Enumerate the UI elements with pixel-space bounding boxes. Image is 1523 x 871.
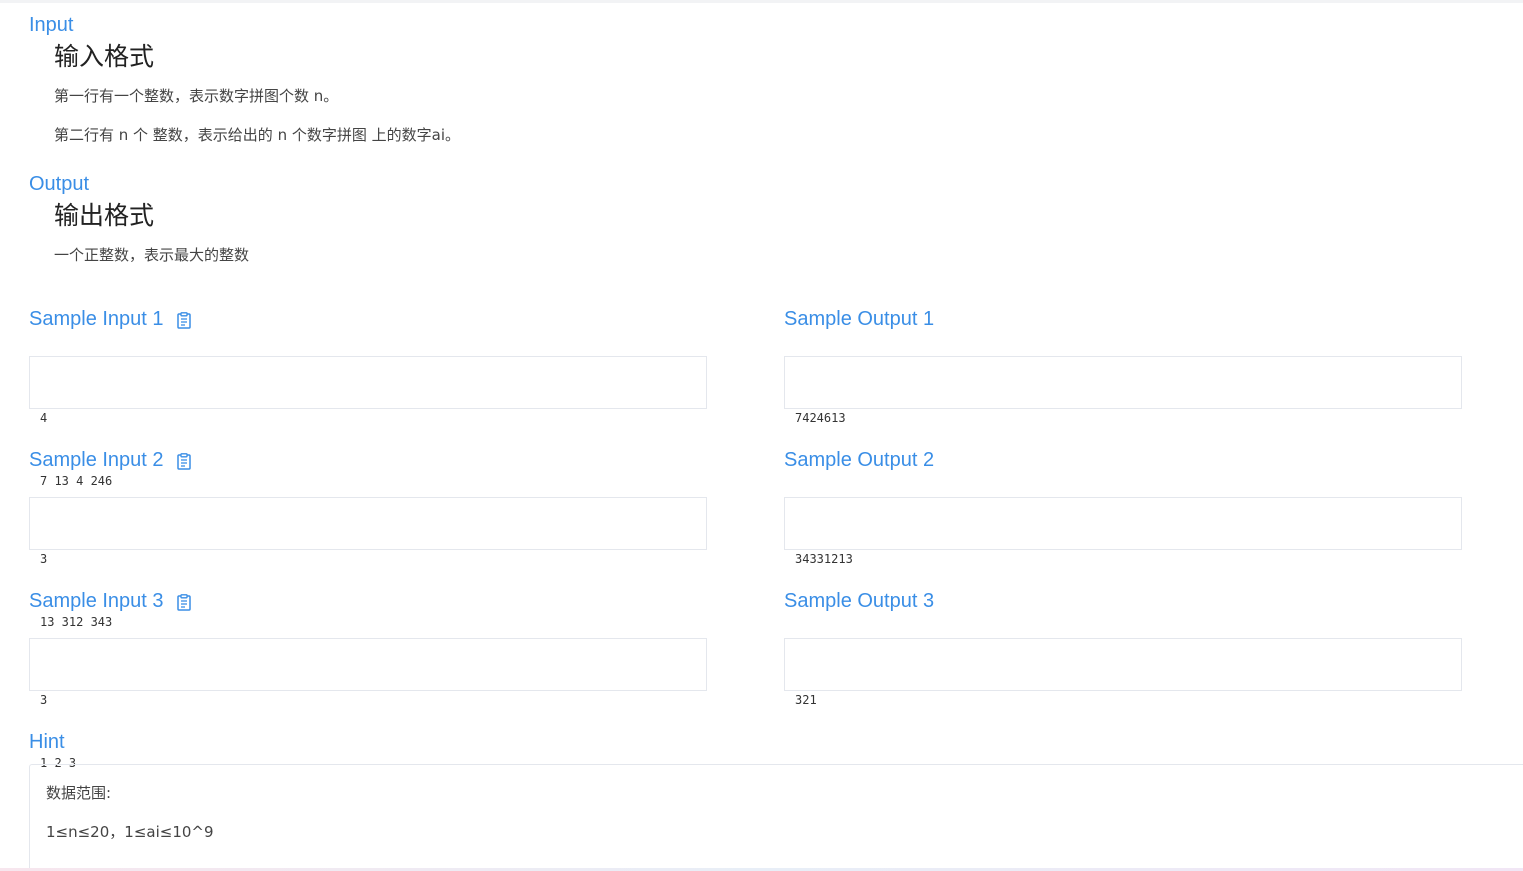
output-section-title: Output [29,173,90,195]
hint-line-2: 1≤n≤20，1≤ai≤10^9 [46,823,214,841]
problem-page: Input 输入格式 第一行有一个整数，表示数字拼图个数 n。 第二行有 n 个… [0,0,1523,871]
clipboard-icon[interactable] [176,593,191,611]
sample-output-1-line-1: 7424613 [795,411,846,425]
sample-input-3-line-1: 3 [40,693,48,707]
sample-output-2-box[interactable]: 34331213 [784,497,1462,566]
sample-input-3-label: Sample Input 3 [29,590,164,612]
sample-input-1-box[interactable]: 4 7 13 4 246 [29,356,707,488]
hint-box: 数据范围: 1≤n≤20，1≤ai≤10^9 [29,764,1523,871]
sample-output-3-box[interactable]: 321 [784,638,1462,707]
sample-input-2-line-1: 3 [40,552,48,566]
sample-input-1-line-1: 4 [40,411,48,425]
sample-output-1-box[interactable]: 7424613 [784,356,1462,425]
sample-input-3-box[interactable]: 3 1 2 3 [29,638,707,770]
sample-input-1-title: Sample Input 1 [29,307,191,331]
sample-output-1-title: Sample Output 1 [784,308,935,330]
input-line-2: 第二行有 n 个 整数，表示给出的 n 个数字拼图 上的数字ai。 [54,126,460,144]
hint-section-title: Hint [29,731,65,753]
sample-input-1-line-2: 7 13 4 246 [40,474,113,488]
input-line-1: 第一行有一个整数，表示数字拼图个数 n。 [54,87,339,105]
sample-input-2-box[interactable]: 3 13 312 343 [29,497,707,629]
sample-input-3-title: Sample Input 3 [29,589,191,613]
input-section-title: Input [29,14,74,36]
sample-output-2-line-1: 34331213 [795,552,853,566]
sample-input-2-label: Sample Input 2 [29,449,164,471]
sample-input-2-title: Sample Input 2 [29,448,191,472]
output-line-1: 一个正整数，表示最大的整数 [54,246,250,264]
sample-output-3-line-1: 321 [795,693,817,707]
sample-input-1-label: Sample Input 1 [29,308,164,330]
hint-line-1: 数据范围: [46,784,112,802]
sample-output-2-title: Sample Output 2 [784,449,935,471]
output-format-heading: 输出格式 [54,201,155,230]
input-format-heading: 输入格式 [54,42,155,71]
clipboard-icon[interactable] [176,452,191,470]
sample-input-2-line-2: 13 312 343 [40,615,113,629]
clipboard-icon[interactable] [176,311,191,329]
sample-output-3-title: Sample Output 3 [784,590,935,612]
